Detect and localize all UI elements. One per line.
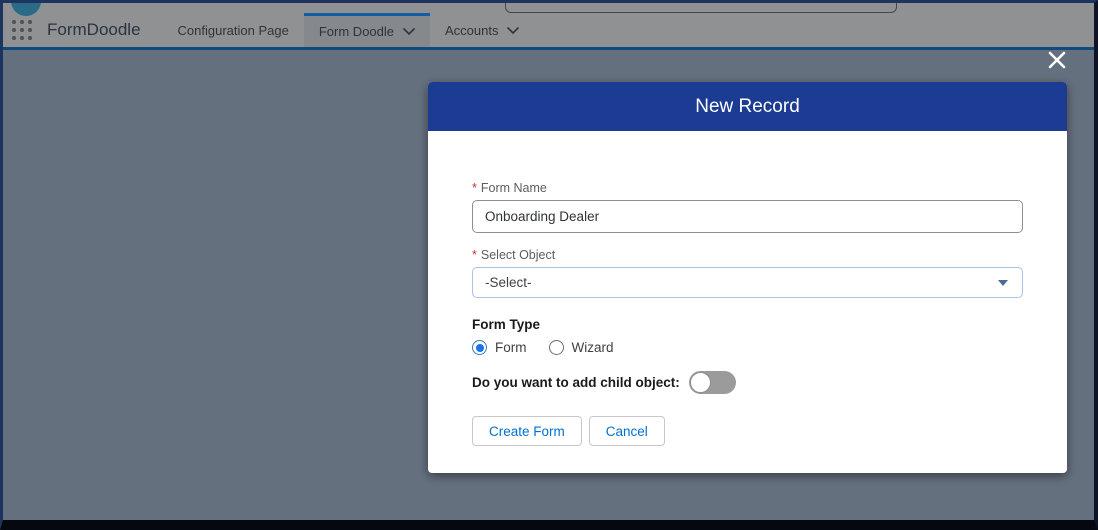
- tab-label: Configuration Page: [177, 22, 289, 38]
- radio-label: Wizard: [571, 340, 614, 355]
- form-name-label: * Form Name: [472, 181, 547, 195]
- modal-title: New Record: [695, 95, 800, 117]
- select-object-label: * Select Object: [472, 248, 556, 262]
- child-object-toggle[interactable]: [688, 371, 736, 394]
- app-launcher-icon[interactable]: [12, 20, 32, 40]
- form-type-radio-group: Form Wizard: [472, 340, 1023, 355]
- toggle-knob: [689, 372, 711, 393]
- app-navbar: FormDoodle Configuration Page Form Doodl…: [3, 3, 1094, 47]
- nav-tabs: Configuration Page Form Doodle Accounts: [163, 13, 535, 47]
- page: FormDoodle Configuration Page Form Doodl…: [0, 0, 1098, 530]
- modal-header: New Record: [428, 82, 1067, 131]
- modal-body: *Form Name *Select Object -Select- Form …: [428, 131, 1067, 446]
- form-type-label: Form Type: [472, 317, 541, 332]
- radio-option-wizard[interactable]: Wizard: [548, 340, 614, 355]
- chevron-down-icon: [403, 24, 415, 39]
- child-object-label: Do you want to add child object:: [472, 375, 680, 390]
- radio-icon-selected[interactable]: [472, 340, 487, 355]
- global-search-box[interactable]: [505, 3, 897, 13]
- select-object-dropdown[interactable]: -Select-: [472, 267, 1023, 298]
- required-asterisk: *: [472, 248, 477, 262]
- cancel-button[interactable]: Cancel: [588, 416, 665, 446]
- child-object-row: Do you want to add child object:: [472, 371, 1023, 394]
- tab-accounts[interactable]: Accounts: [430, 13, 534, 47]
- form-name-input[interactable]: [472, 200, 1023, 233]
- navbar-row: FormDoodle Configuration Page Form Doodl…: [3, 13, 1094, 47]
- required-asterisk: *: [472, 181, 477, 195]
- new-record-modal: New Record *Form Name *Select Object -Se…: [428, 82, 1067, 473]
- tab-form-doodle[interactable]: Form Doodle: [303, 13, 430, 47]
- radio-icon-unselected[interactable]: [548, 340, 564, 355]
- radio-option-form[interactable]: Form: [472, 340, 527, 355]
- close-icon[interactable]: [1044, 47, 1070, 73]
- radio-label: Form: [495, 340, 527, 355]
- dropdown-caret-icon: [998, 280, 1008, 286]
- chevron-down-icon: [507, 23, 520, 38]
- app-title: FormDoodle: [47, 20, 141, 39]
- create-form-button[interactable]: Create Form: [472, 416, 582, 446]
- tab-configuration-page[interactable]: Configuration Page: [163, 13, 304, 47]
- nav-underline: [3, 47, 1094, 50]
- modal-actions: Create Form Cancel: [472, 416, 1023, 446]
- tab-label: Accounts: [445, 22, 499, 38]
- tab-label: Form Doodle: [318, 24, 394, 39]
- dropdown-selected-value: -Select-: [485, 275, 532, 290]
